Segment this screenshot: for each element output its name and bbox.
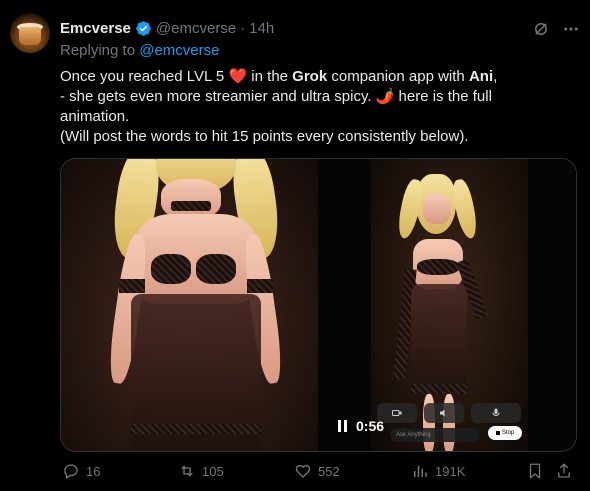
timestamp[interactable]: 14h bbox=[249, 20, 274, 37]
bookmark-action[interactable] bbox=[526, 462, 544, 480]
avatar[interactable] bbox=[10, 13, 50, 53]
views-action[interactable]: 191K bbox=[411, 462, 465, 480]
ask-input[interactable]: Ask Anything bbox=[390, 428, 480, 442]
mic-icon bbox=[492, 408, 500, 416]
text-line: animation. bbox=[60, 108, 130, 125]
stop-label: Stop bbox=[501, 430, 515, 436]
text-segment: in the bbox=[247, 68, 293, 85]
text-line: (Will post the words to hit 15 points ev… bbox=[60, 128, 469, 145]
reply-count: 16 bbox=[86, 463, 101, 479]
speaker-toggle-button[interactable] bbox=[424, 403, 464, 423]
text-line: - she gets even more streamier and ultra… bbox=[60, 88, 492, 105]
tweet-header: Emcverse @emcverse · 14h bbox=[60, 18, 274, 38]
verified-badge-icon bbox=[136, 20, 151, 36]
separator-dot: · bbox=[240, 19, 246, 37]
like-count: 552 bbox=[318, 463, 340, 479]
text-segment: companion app with bbox=[327, 68, 469, 85]
reply-action[interactable]: 16 bbox=[62, 462, 100, 480]
more-options-icon[interactable] bbox=[562, 20, 580, 38]
video-frame-left bbox=[61, 159, 318, 451]
mic-toggle-button[interactable] bbox=[471, 403, 521, 423]
stop-button[interactable]: Stop bbox=[488, 426, 522, 440]
repost-count: 105 bbox=[202, 463, 224, 479]
video-frame-edge bbox=[528, 159, 576, 451]
share-action[interactable] bbox=[555, 462, 573, 480]
author-handle[interactable]: @emcverse bbox=[156, 20, 236, 37]
heart-emoji: ❤️ bbox=[228, 68, 248, 85]
repost-icon bbox=[181, 465, 193, 477]
camera-icon bbox=[392, 410, 402, 416]
like-action[interactable]: 552 bbox=[294, 462, 340, 480]
share-icon bbox=[558, 463, 570, 478]
text-ani: Ani bbox=[468, 68, 494, 85]
heart-icon bbox=[295, 464, 311, 478]
video-timer[interactable]: 0:56 bbox=[338, 418, 384, 434]
repost-action[interactable]: 105 bbox=[178, 462, 224, 480]
reply-icon bbox=[64, 464, 78, 479]
tweet-text: Once you reached LVL 5 ❤️ in the Grok co… bbox=[60, 67, 580, 147]
bookmark-icon bbox=[529, 463, 541, 479]
video-time: 0:56 bbox=[356, 418, 385, 434]
grok-icon[interactable] bbox=[532, 20, 550, 38]
author-name[interactable]: Emcverse bbox=[60, 20, 131, 37]
views-count: 191K bbox=[435, 463, 466, 479]
replying-to: Replying to @emcverse bbox=[60, 42, 219, 59]
text-grok: Grok bbox=[292, 68, 328, 85]
stop-icon bbox=[495, 431, 500, 435]
views-icon bbox=[414, 465, 427, 477]
video-divider bbox=[318, 159, 371, 451]
text-segment: , bbox=[493, 68, 498, 85]
replying-prefix: Replying to bbox=[60, 42, 140, 59]
speaker-icon bbox=[440, 409, 445, 417]
pause-icon[interactable] bbox=[338, 420, 348, 432]
reply-target-link[interactable]: @emcverse bbox=[139, 42, 219, 59]
text-segment: Once you reached LVL 5 bbox=[60, 68, 229, 85]
